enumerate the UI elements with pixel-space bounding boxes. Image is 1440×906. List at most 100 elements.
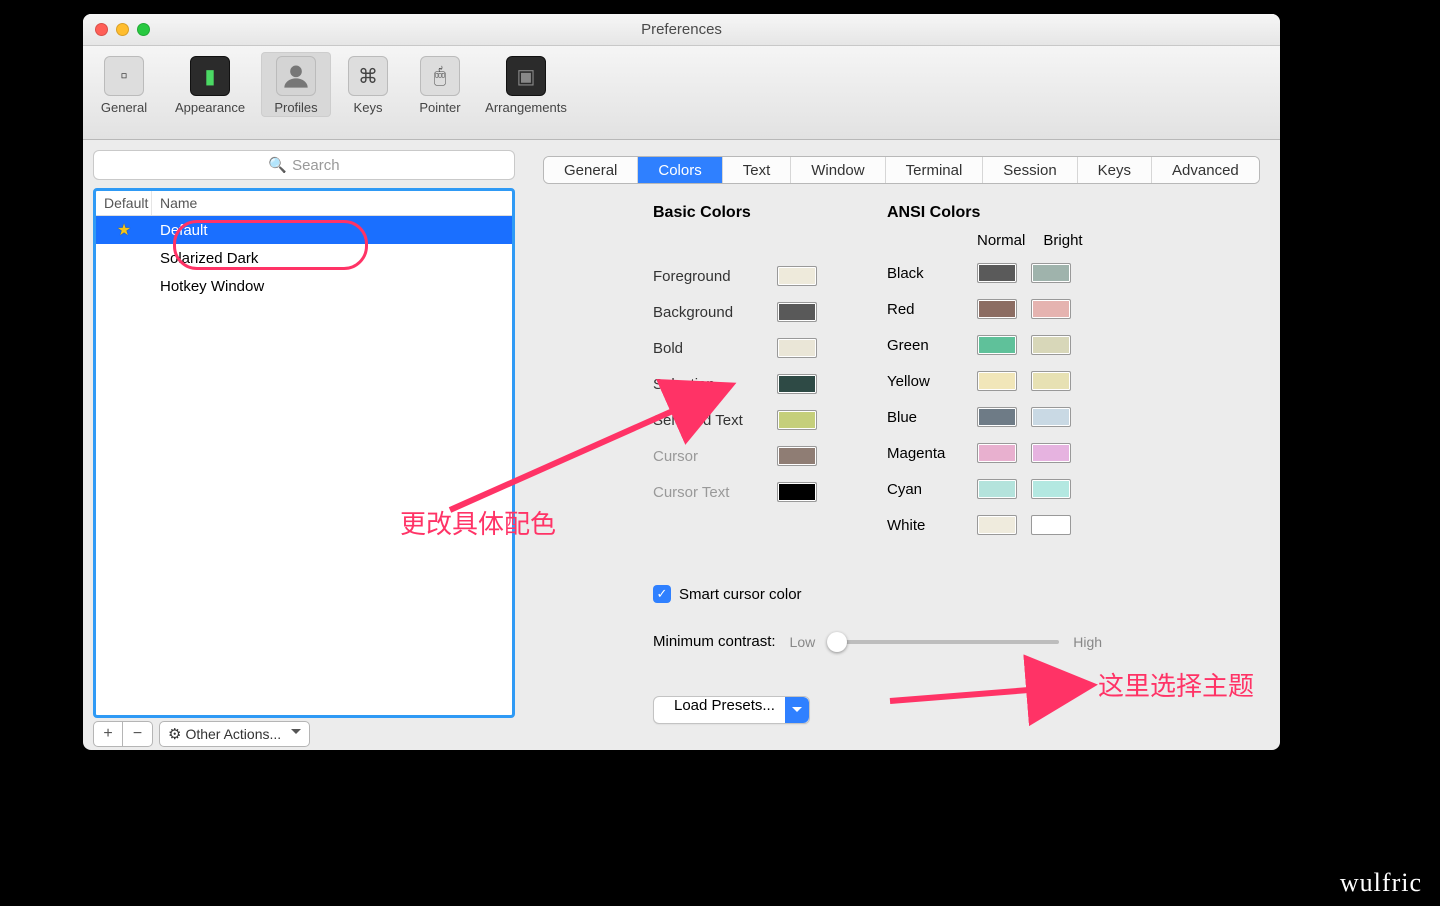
toolbar: ▫ General ▮ Appearance Profiles ⌘ Keys 🖱… [83,46,1280,140]
tab-colors[interactable]: Colors [638,157,722,183]
color-swatch[interactable] [777,482,817,502]
switch-icon: ▫ [104,56,144,96]
basic-color-row: Cursor [653,438,817,474]
search-icon: 🔍 [268,156,287,174]
command-icon: ⌘ [348,56,388,96]
basic-color-row: Selection [653,366,817,402]
profile-row[interactable]: Solarized Dark [96,244,512,272]
ansi-color-row: Green [887,327,1087,363]
color-swatch-bright[interactable] [1031,299,1071,319]
color-swatch[interactable] [777,266,817,286]
contrast-row: Minimum contrast: Low High [653,633,1240,650]
profile-row[interactable]: Hotkey Window [96,272,512,300]
tab-keys[interactable]: Keys [1078,157,1152,183]
below-section: ✓ Smart cursor color Minimum contrast: L… [543,543,1260,650]
color-swatch-bright[interactable] [1031,335,1071,355]
color-label: White [887,517,963,534]
color-label: Black [887,265,963,282]
color-swatch[interactable] [777,302,817,322]
windows-icon: ▣ [506,56,546,96]
color-label: Cursor Text [653,484,763,501]
titlebar: Preferences [83,14,1280,46]
color-label: Foreground [653,268,763,285]
profiles-list: Default Name ★ Default Solarized Dark Ho… [93,188,515,718]
toolbar-item-general[interactable]: ▫ General [89,52,159,117]
toolbar-item-profiles[interactable]: Profiles [261,52,331,117]
user-icon [276,56,316,96]
basic-colors-heading: Basic Colors [653,204,817,222]
tab-general[interactable]: General [544,157,638,183]
color-swatch-normal[interactable] [977,479,1017,499]
color-label: Green [887,337,963,354]
star-icon: ★ [117,222,131,239]
tab-advanced[interactable]: Advanced [1152,157,1259,183]
toolbar-item-appearance[interactable]: ▮ Appearance [161,52,259,117]
color-label: Red [887,301,963,318]
preferences-window: Preferences ▫ General ▮ Appearance Profi… [83,14,1280,750]
color-swatch-bright[interactable] [1031,443,1071,463]
toolbar-item-arrangements[interactable]: ▣ Arrangements [477,52,575,117]
ansi-color-row: Cyan [887,471,1087,507]
tab-text[interactable]: Text [723,157,792,183]
color-swatch-normal[interactable] [977,443,1017,463]
ansi-color-row: Yellow [887,363,1087,399]
other-actions-menu[interactable]: ⚙ Other Actions... [159,721,310,747]
color-swatch-bright[interactable] [1031,515,1071,535]
basic-color-row: Bold [653,330,817,366]
profile-row[interactable]: ★ Default [96,216,512,244]
remove-button[interactable]: − [123,721,153,747]
window-title: Preferences [83,21,1280,38]
gear-icon: ⚙ [168,725,181,743]
color-swatch-normal[interactable] [977,263,1017,283]
checkbox-checked-icon[interactable]: ✓ [653,585,671,603]
toolbar-item-keys[interactable]: ⌘ Keys [333,52,403,117]
ansi-colors-heading: ANSI Colors [887,204,1087,222]
contrast-slider[interactable] [829,640,1059,644]
profiles-header: Default Name [96,191,512,216]
toolbar-item-pointer[interactable]: 🖱 Pointer [405,52,475,117]
search-input[interactable]: 🔍 Search [93,150,515,180]
color-swatch-bright[interactable] [1031,479,1071,499]
color-label: Bold [653,340,763,357]
color-label: Yellow [887,373,963,390]
ansi-color-row: Blue [887,399,1087,435]
color-label: Cyan [887,481,963,498]
colors-panel: Basic Colors Foreground Background Bold Sel… [543,184,1260,543]
ansi-color-row: Red [887,291,1087,327]
color-swatch-normal[interactable] [977,371,1017,391]
tab-window[interactable]: Window [791,157,885,183]
basic-color-row: Background [653,294,817,330]
mouse-icon: 🖱 [420,56,460,96]
left-pane: 🔍 Search Default Name ★ Default Solarize… [83,140,523,750]
color-label: Selected Text [653,412,763,429]
right-pane: General Colors Text Window Terminal Sess… [523,140,1280,750]
color-label: Blue [887,409,963,426]
subtabs: General Colors Text Window Terminal Sess… [543,156,1260,184]
slider-knob[interactable] [827,632,847,652]
color-label: Cursor [653,448,763,465]
color-swatch-normal[interactable] [977,515,1017,535]
color-swatch-bright[interactable] [1031,263,1071,283]
load-presets-button[interactable]: Load Presets... [653,696,810,724]
ansi-color-row: Black [887,255,1087,291]
color-swatch[interactable] [777,410,817,430]
ansi-color-row: White [887,507,1087,543]
add-button[interactable]: + [93,721,123,747]
smart-cursor-row[interactable]: ✓ Smart cursor color [653,585,1240,603]
color-swatch-normal[interactable] [977,299,1017,319]
tab-terminal[interactable]: Terminal [886,157,984,183]
basic-color-row: Cursor Text [653,474,817,510]
color-swatch-normal[interactable] [977,335,1017,355]
ansi-color-row: Magenta [887,435,1087,471]
color-label: Selection [653,376,763,393]
color-label: Magenta [887,445,963,462]
color-swatch-bright[interactable] [1031,407,1071,427]
chevron-down-icon [785,697,809,723]
basic-color-row: Foreground [653,258,817,294]
color-swatch[interactable] [777,338,817,358]
tab-session[interactable]: Session [983,157,1077,183]
color-swatch[interactable] [777,446,817,466]
color-swatch-bright[interactable] [1031,371,1071,391]
color-swatch-normal[interactable] [977,407,1017,427]
color-swatch[interactable] [777,374,817,394]
